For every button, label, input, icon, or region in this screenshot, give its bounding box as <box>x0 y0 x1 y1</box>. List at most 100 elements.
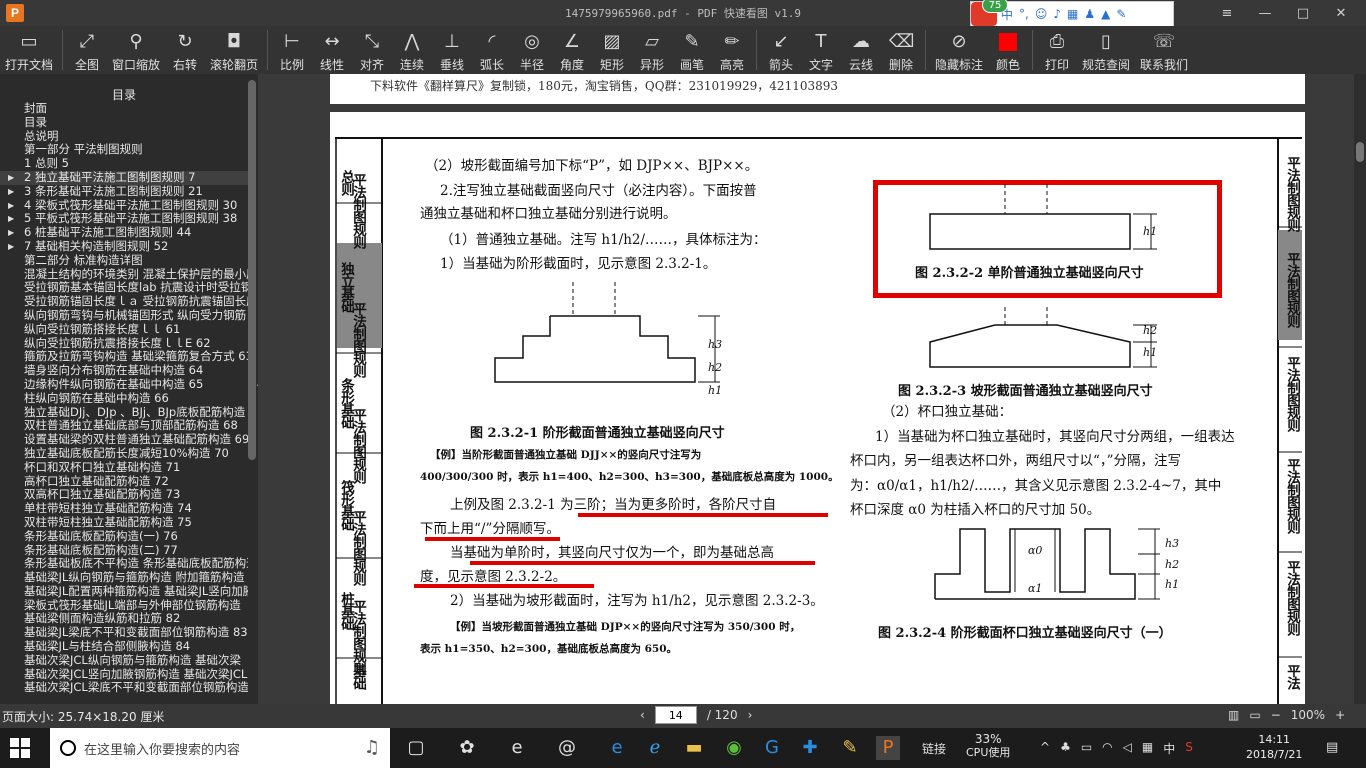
contact-tool-button[interactable]: ☏ 联系我们 <box>1135 26 1193 74</box>
pen-tool-button[interactable]: ✎ 画笔 <box>672 26 712 74</box>
mouse-tool-button[interactable]: ◘ 滚轮翻页 <box>205 26 263 74</box>
toc-item[interactable]: 基础梁JL纵向钢筋与箍筋构造 附加箍筋构造 <box>0 571 248 585</box>
toc-item[interactable]: 纵向钢筋弯钩与机械锚固形式 纵向受力钢筋 <box>0 309 248 323</box>
rotate-tool-button[interactable]: ↻ 右转 <box>165 26 205 74</box>
expand-triangle-icon[interactable]: ▶ <box>8 185 14 199</box>
tray-link-label[interactable]: 链接 <box>922 740 946 757</box>
toc-item[interactable]: 双柱普通独立基础底部与顶部配筋构造 68 <box>0 419 248 433</box>
toc-item[interactable]: ▶ 3 条形基础平法施工图制图规则 21 <box>0 185 248 199</box>
eraser-tool-button[interactable]: ⌫ 删除 <box>881 26 921 74</box>
document-scrollbar[interactable] <box>1354 74 1366 704</box>
toc-item[interactable]: 单柱带短柱独立基础配筋构造 74 <box>0 502 248 516</box>
ime-keyboard-icon[interactable]: ▦ <box>1067 7 1078 21</box>
volume-icon[interactable]: ◁ <box>1123 740 1132 757</box>
edge-browser-icon[interactable]: e <box>605 736 629 760</box>
toc-item[interactable]: 设置基础梁的双柱普通独立基础配筋构造 69 <box>0 433 248 447</box>
pinwheel-app-icon[interactable]: ✿ <box>455 736 479 760</box>
toc-item[interactable]: 受拉钢筋基本锚固长度lab 抗震设计时受拉钢筋 <box>0 281 248 295</box>
toc-item[interactable]: 1 总则 5 <box>0 157 248 171</box>
menu-button[interactable]: ≡ <box>1208 0 1246 26</box>
tray-chevron-icon[interactable]: ^ <box>1040 740 1050 757</box>
ime-skin-icon[interactable]: ▲ <box>1101 7 1110 21</box>
toc-item[interactable]: ▶ 7 基础相关构造制图规则 52 <box>0 240 248 254</box>
notes-app-icon[interactable]: ✎ <box>838 736 862 760</box>
zoom-out-icon[interactable]: − <box>1271 708 1281 722</box>
toc-item[interactable]: 独立基础底板配筋长度减短10%构造 70 <box>0 447 248 461</box>
toc-item[interactable]: 纵向受拉钢筋抗震搭接长度ｌｌE 62 <box>0 337 248 351</box>
toc-item[interactable]: 第一部分 平法制图规则 <box>0 143 248 157</box>
color-tool-button[interactable]: 颜色 <box>988 26 1028 74</box>
folder-tool-button[interactable]: ▭ 打开文档 <box>0 26 58 74</box>
toc-item[interactable]: 双高杯口独立基础配筋构造 73 <box>0 488 248 502</box>
toc-item[interactable]: 基础梁JL与柱结合部侧腋构造 84 <box>0 640 248 654</box>
toc-item[interactable]: 条形基础底板配筋构造(一) 76 <box>0 530 248 544</box>
dual-page-icon[interactable]: ▥ <box>1228 708 1239 722</box>
section-tab-general[interactable]: 总则平法制图规则 <box>338 148 368 248</box>
toc-item[interactable]: 墙身竖向分布钢筋在基础中构造 64 <box>0 364 248 378</box>
tray-notify-icon[interactable]: ♣ <box>1060 740 1071 757</box>
align-tool-button[interactable]: ⤡ 对齐 <box>352 26 392 74</box>
annotation-underline-4[interactable] <box>414 584 594 588</box>
microphone-icon[interactable]: ♫ <box>360 736 384 760</box>
next-page-icon[interactable]: › <box>748 708 753 722</box>
right-tab-4[interactable]: 平法制图规则 <box>1282 458 1302 533</box>
annotation-underline-1[interactable] <box>578 513 828 517</box>
toc-item[interactable]: 箍筋及拉筋弯钩构造 基础梁箍筋复合方式 63 <box>0 350 248 364</box>
clock[interactable]: 14:11 2018/7/21 <box>1246 732 1302 762</box>
fullview-tool-button[interactable]: ⤢ 全图 <box>67 26 107 74</box>
annotation-underline-2[interactable] <box>425 537 560 541</box>
scale-tool-button[interactable]: ⊢ 比例 <box>272 26 312 74</box>
text-tool-button[interactable]: T 文字 <box>801 26 841 74</box>
toc-item[interactable]: 高杯口独立基础配筋构造 72 <box>0 475 248 489</box>
right-tab-2[interactable]: 平法制图规则 <box>1282 252 1302 327</box>
toc-item[interactable]: ▶ 5 平板式筏形基础平法施工图制图规则 38 <box>0 212 248 226</box>
expand-triangle-icon[interactable]: ▶ <box>8 171 14 185</box>
toc-item[interactable]: 基础梁侧面构造纵筋和拉筋 82 <box>0 612 248 626</box>
toc-item[interactable]: 封面 <box>0 102 248 116</box>
toc-item[interactable]: 受拉钢筋锚固长度ｌａ 受拉钢筋抗震锚固长度 <box>0 295 248 309</box>
taskbar-search-box[interactable]: 在这里输入你要搜索的内容 <box>50 728 390 768</box>
section-tab-basic[interactable]: 基础 <box>348 664 368 689</box>
perpendicular-tool-button[interactable]: ⊥ 垂线 <box>432 26 472 74</box>
toc-item[interactable]: 总说明 <box>0 130 248 144</box>
annotation-underline-3[interactable] <box>470 561 815 565</box>
document-scrollbar-thumb[interactable] <box>1356 142 1364 162</box>
toc-item[interactable]: 基础梁JL配置两种箍筋构造 基础梁JL竖向加腋 <box>0 585 248 599</box>
prev-page-icon[interactable]: ‹ <box>640 708 645 722</box>
toc-item[interactable]: ▶ 2 独立基础平法施工图制图规则 7 <box>0 170 248 185</box>
sidebar-scrollbar[interactable] <box>248 80 256 460</box>
ime-lang[interactable]: 中 <box>1163 740 1175 757</box>
toc-item[interactable]: 纵向受拉钢筋搭接长度ｌｌ 61 <box>0 323 248 337</box>
cloud-tool-button[interactable]: ☁ 云线 <box>841 26 881 74</box>
maximize-button[interactable]: □ <box>1284 0 1322 26</box>
toc-item[interactable]: 基础梁JL梁底不平和变截面部位钢筋构造 83 <box>0 626 248 640</box>
expand-triangle-icon[interactable]: ▶ <box>8 212 14 226</box>
page-number-input[interactable]: 14 <box>654 706 697 724</box>
right-tab-1[interactable]: 平法制图规则 <box>1282 156 1302 231</box>
ie-browser-icon[interactable]: ℯ <box>643 736 667 760</box>
file-explorer-icon[interactable]: ▬ <box>682 736 706 760</box>
toc-item[interactable]: 边缘构件纵向钢筋在基础中构造 65 <box>0 378 248 392</box>
right-tab-3[interactable]: 平法制图规则 <box>1282 356 1302 431</box>
toc-item[interactable]: 基础次梁JCL纵向钢筋与箍筋构造 基础次梁 <box>0 654 248 668</box>
action-center-icon[interactable]: ▤ <box>1326 740 1338 755</box>
touch-keyboard-icon[interactable]: ▦ <box>1142 740 1153 757</box>
toc-item[interactable]: ▶ 6 桩基础平法施工图制图规则 44 <box>0 226 248 240</box>
zoom-level[interactable]: 100% <box>1291 708 1325 722</box>
wifi-icon[interactable]: ◠ <box>1102 740 1112 757</box>
task-view-icon[interactable]: ▢ <box>404 736 428 760</box>
spiral-app-icon[interactable]: @ <box>555 736 579 760</box>
polygon-tool-button[interactable]: ▱ 异形 <box>632 26 672 74</box>
right-tab-6[interactable]: 平法 <box>1282 664 1302 689</box>
toc-item[interactable]: 目录 <box>0 116 248 130</box>
expand-triangle-icon[interactable]: ▶ <box>8 240 14 254</box>
toc-item[interactable]: 条形基础板底不平构造 条形基础底板配筋构造 <box>0 557 248 571</box>
document-viewport[interactable]: 下料软件《翻样算尺》复制锁，180元，淘宝销售，QQ群：231019929，42… <box>258 74 1354 704</box>
sogou-tray-icon[interactable]: S <box>1185 740 1193 757</box>
pdf-viewer-taskbar-icon[interactable]: P <box>876 736 900 760</box>
toc-item[interactable]: 混凝土结构的环境类别 混凝土保护层的最小厚度 <box>0 268 248 282</box>
continuous-tool-button[interactable]: ⋀ 连续 <box>392 26 432 74</box>
section-tab-pile[interactable]: 桩基础平法制图规则 <box>338 562 368 675</box>
radius-tool-button[interactable]: ◎ 半径 <box>512 26 552 74</box>
hide-tool-button[interactable]: ⊘ 隐藏标注 <box>930 26 988 74</box>
